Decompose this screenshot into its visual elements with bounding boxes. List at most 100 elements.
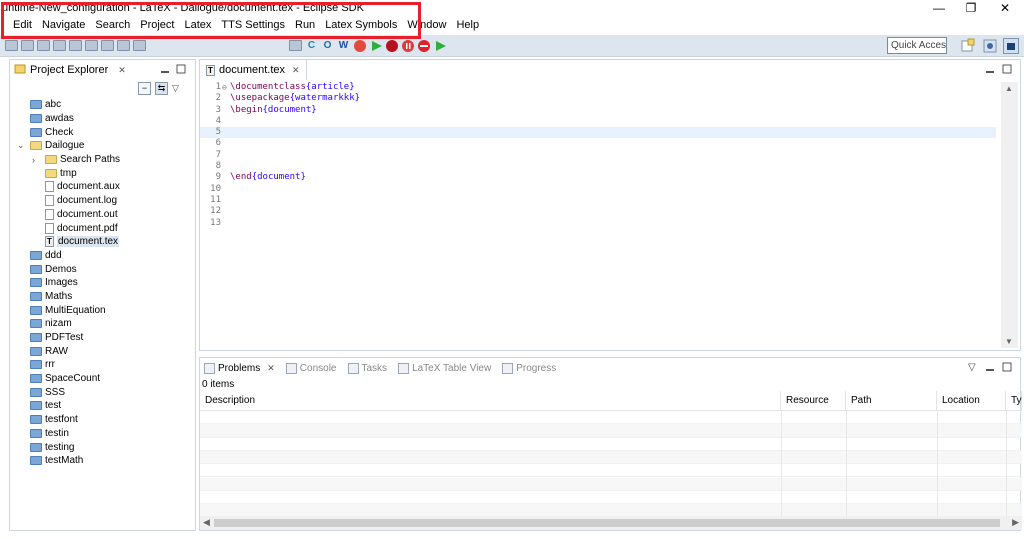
menu-run[interactable]: Run (290, 16, 320, 35)
link-editor-icon[interactable]: ⇆ (155, 82, 168, 95)
scroll-right-arrow-icon[interactable]: ▶ (1012, 517, 1019, 528)
stop-sign-icon[interactable] (416, 38, 431, 53)
code-line[interactable]: 10 (200, 184, 996, 195)
tree-folder[interactable]: awdas (10, 112, 195, 126)
code-line[interactable]: 4 (200, 116, 996, 127)
save-icon[interactable] (4, 38, 19, 53)
tree-file[interactable]: document.pdf (10, 221, 195, 235)
close-button[interactable]: ✕ (988, 0, 1022, 16)
maximize-view-icon[interactable] (1002, 64, 1012, 77)
tree-file[interactable]: document.log (10, 194, 195, 208)
menu-navigate[interactable]: Navigate (37, 16, 90, 35)
code-line[interactable]: 11 (200, 195, 996, 206)
minimize-view-icon[interactable] (985, 362, 995, 375)
code-line[interactable]: 3 \begin{document} (200, 105, 996, 116)
stop-icon[interactable] (352, 38, 367, 53)
tree-folder[interactable]: Demos (10, 262, 195, 276)
problems-horizontal-scrollbar[interactable]: ◀ ▶ (200, 516, 1022, 530)
latex-icon[interactable] (288, 38, 303, 53)
tree-folder[interactable]: testin (10, 427, 195, 441)
latex-perspective-icon[interactable] (1003, 38, 1019, 54)
tree-file[interactable]: document.aux (10, 180, 195, 194)
tree-folder[interactable]: testMath (10, 454, 195, 468)
tree-folder[interactable]: ddd (10, 249, 195, 263)
code-line[interactable]: 12 (200, 206, 996, 217)
editor-vertical-scrollbar[interactable]: ▲ ▼ (1001, 82, 1018, 348)
play-icon[interactable] (368, 38, 383, 53)
tree-folder[interactable]: RAW (10, 344, 195, 358)
tree-folder[interactable]: testing (10, 440, 195, 454)
minimize-button[interactable]: — (922, 0, 956, 16)
tree-folder[interactable]: PDFTest (10, 331, 195, 345)
tree-folder[interactable]: SpaceCount (10, 372, 195, 386)
tab-problems[interactable]: Problems ✕ (200, 362, 282, 374)
tree-folder[interactable]: nizam (10, 317, 195, 331)
menu-search[interactable]: Search (90, 16, 135, 35)
build-icon[interactable] (116, 38, 131, 53)
open-icon[interactable] (68, 38, 83, 53)
tree-folder[interactable]: test (10, 399, 195, 413)
column-header[interactable]: Path (846, 391, 937, 411)
column-header[interactable]: Ty (1006, 391, 1022, 411)
maximize-view-icon[interactable] (1002, 362, 1012, 375)
back-icon[interactable] (84, 38, 99, 53)
forward-icon[interactable] (100, 38, 115, 53)
menu-latex[interactable]: Latex (180, 16, 217, 35)
new-icon[interactable] (52, 38, 67, 53)
menu-help[interactable]: Help (451, 16, 484, 35)
code-line[interactable]: 9 \end{document} (200, 172, 996, 183)
code-line[interactable]: 8 (200, 161, 996, 172)
tab-latex-table-view[interactable]: LaTeX Table View (394, 362, 498, 374)
tree-folder[interactable]: testfont (10, 413, 195, 427)
debug-perspective-icon[interactable] (982, 38, 998, 54)
code-line[interactable]: 2 \usepackage{watermarkkk} (200, 93, 996, 104)
code-line[interactable]: 1 ⊖ \documentclass{article} (200, 82, 996, 93)
code-line[interactable]: 13 (200, 218, 996, 229)
close-icon[interactable]: ✕ (118, 65, 126, 76)
tree-folder[interactable]: SSS (10, 385, 195, 399)
code-editor[interactable]: 1 ⊖ \documentclass{article} 2 \usepackage{wa… (200, 82, 996, 348)
tree-folder[interactable]: ⌄ Dailogue (10, 139, 195, 153)
editor-tab-document-tex[interactable]: T document.tex ✕ (200, 60, 307, 80)
collapse-all-icon[interactable]: − (138, 82, 151, 95)
scroll-down-arrow-icon[interactable]: ▼ (1005, 337, 1013, 346)
menu-edit[interactable]: Edit (8, 16, 37, 35)
column-header[interactable]: Resource (781, 391, 846, 411)
code-line[interactable]: 6 (200, 138, 996, 149)
minimize-view-icon[interactable] (160, 64, 170, 77)
fold-marker-icon[interactable]: ⊖ (222, 82, 227, 93)
tree-folder[interactable]: tmp (10, 166, 195, 180)
open-perspective-icon[interactable] (960, 38, 976, 54)
maximize-view-icon[interactable] (176, 64, 186, 77)
c-icon[interactable]: C (304, 38, 319, 53)
menu-latex-symbols[interactable]: Latex Symbols (320, 16, 402, 35)
tree-folder[interactable]: Images (10, 276, 195, 290)
view-menu-chevron-down-icon[interactable]: ▽ (172, 82, 179, 95)
column-header[interactable]: Location (937, 391, 1006, 411)
close-icon[interactable]: ✕ (292, 65, 300, 76)
collapse-chevron-icon[interactable]: › (32, 155, 35, 165)
run-icon[interactable] (20, 38, 35, 53)
tab-console[interactable]: Console (282, 362, 344, 374)
menu-tts-settings[interactable]: TTS Settings (216, 16, 290, 35)
menu-window[interactable]: Window (402, 16, 451, 35)
tree-folder[interactable]: MultiEquation (10, 303, 195, 317)
expand-chevron-icon[interactable]: ⌄ (17, 140, 25, 151)
w-icon[interactable]: W (336, 38, 351, 53)
play2-icon[interactable] (432, 38, 447, 53)
tab-tasks[interactable]: Tasks (344, 362, 395, 374)
tree-folder[interactable]: › Search Paths (10, 153, 195, 167)
tree-file[interactable]: document.out (10, 208, 195, 222)
code-line[interactable]: 5 (200, 127, 996, 139)
problems-table[interactable]: Description Resource Path Location Ty ⌃ (200, 391, 1022, 516)
project-explorer-tab[interactable]: Project Explorer ✕ (10, 60, 132, 80)
menu-project[interactable]: Project (135, 16, 179, 35)
quick-access-input[interactable]: Quick Access (887, 37, 947, 54)
view-menu-chevron-down-icon[interactable]: ▽ (968, 362, 976, 373)
refresh-icon[interactable] (132, 38, 147, 53)
scroll-left-arrow-icon[interactable]: ◀ (203, 517, 210, 528)
o-icon[interactable]: O (320, 38, 335, 53)
scroll-thumb[interactable] (214, 519, 1000, 527)
close-icon[interactable]: ✕ (267, 363, 275, 374)
restore-button[interactable]: ❐ (954, 0, 988, 16)
